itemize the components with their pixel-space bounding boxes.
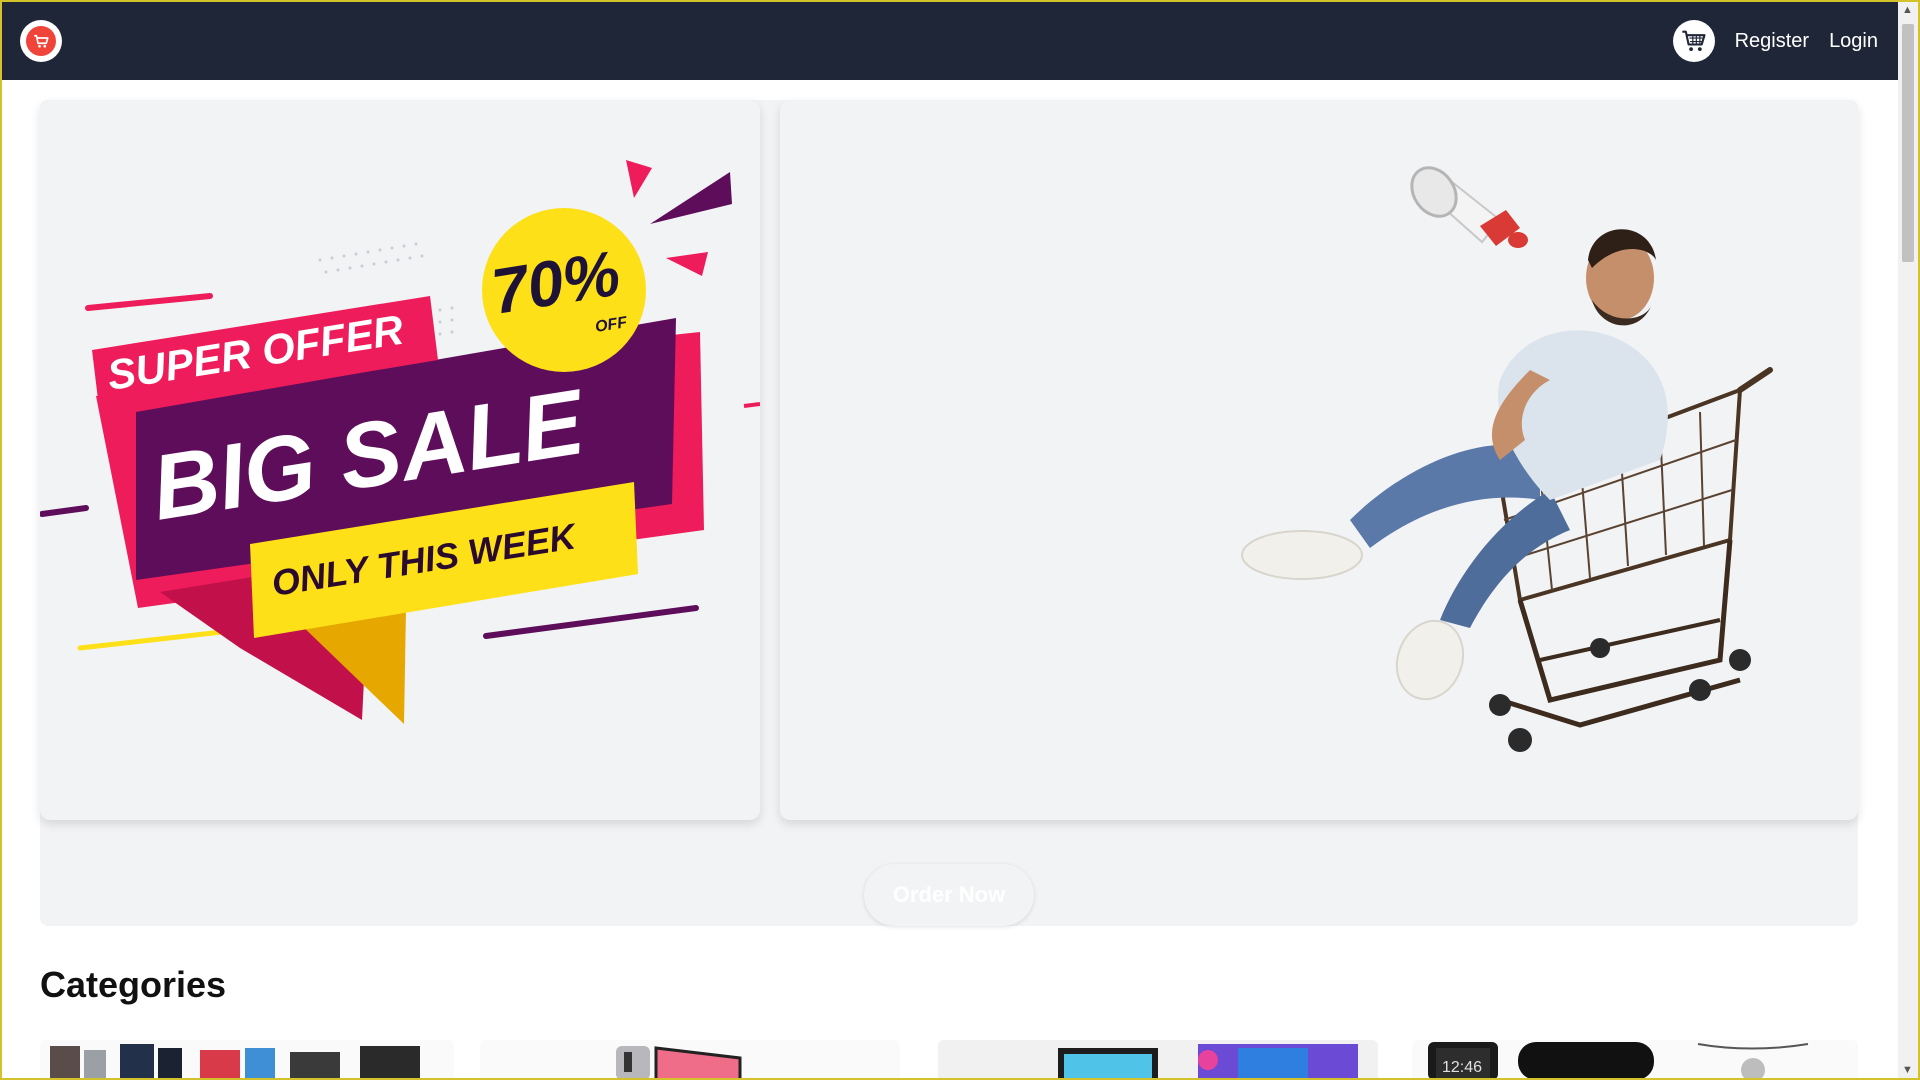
login-link[interactable]: Login xyxy=(1829,30,1878,53)
category-tablets-image xyxy=(616,1046,742,1080)
shopping-cart-icon xyxy=(1681,30,1706,52)
big-sale-banner-graphic: SUPER OFFER 70% OFF BIG SALE ONLY THIS W… xyxy=(40,160,760,724)
order-now-button[interactable]: Order Now xyxy=(864,864,1034,926)
category-accessories-image xyxy=(50,1044,420,1080)
category-card[interactable] xyxy=(480,1040,900,1080)
man-in-shopping-cart-image xyxy=(1241,166,1773,752)
category-monitors-image xyxy=(938,1040,1378,1080)
categories-heading: Categories xyxy=(40,964,227,1005)
scroll-up-arrow-icon[interactable]: ▲ xyxy=(1902,4,1913,16)
category-card[interactable] xyxy=(938,1040,1378,1080)
top-navbar: Register Login xyxy=(2,2,1900,80)
big-sale-banner-card[interactable]: SUPER OFFER 70% OFF BIG SALE ONLY THIS W… xyxy=(40,100,760,820)
hero-carousel: SUPER OFFER 70% OFF BIG SALE ONLY THIS W… xyxy=(40,100,1858,926)
category-card[interactable] xyxy=(40,1040,454,1080)
category-smartwatches-image: 12:46 xyxy=(1428,1042,1809,1080)
shopping-cart-logo-icon xyxy=(26,26,56,56)
scroll-down-arrow-icon[interactable]: ▼ xyxy=(1902,1064,1913,1076)
site-logo[interactable] xyxy=(20,20,62,62)
categories-row: 12:46 xyxy=(40,1040,1858,1080)
scrollbar-thumb[interactable] xyxy=(1902,24,1914,262)
shopping-cart-promo-card[interactable] xyxy=(780,100,1858,820)
register-link[interactable]: Register xyxy=(1735,30,1809,53)
page-scrollbar[interactable]: ▲ ▼ xyxy=(1898,2,1918,1078)
svg-text:12:46: 12:46 xyxy=(1442,1059,1482,1076)
cart-button[interactable] xyxy=(1672,20,1715,62)
category-card[interactable]: 12:46 xyxy=(1412,1040,1858,1080)
